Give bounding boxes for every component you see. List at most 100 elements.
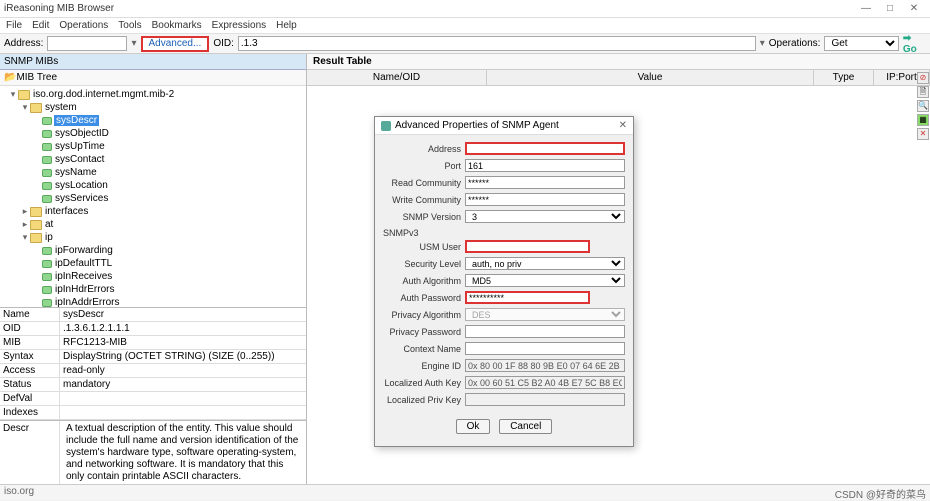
folder-icon	[18, 90, 30, 100]
dlg-privalg-label: Privacy Algorithm	[383, 310, 465, 320]
tree-syscontact[interactable]: sysContact	[0, 153, 306, 166]
mib-tree[interactable]: ▾iso.org.dod.internet.mgmt.mib-2 ▾system…	[0, 86, 306, 307]
window-titlebar: iReasoning MIB Browser — □ ✕	[0, 0, 930, 18]
dlg-lauth-input	[465, 376, 625, 389]
menu-file[interactable]: File	[4, 20, 24, 31]
prop-status-label: Status	[0, 378, 60, 391]
tree-sysdescr[interactable]: sysDescr	[0, 114, 306, 127]
menu-edit[interactable]: Edit	[30, 20, 51, 31]
status-left: iso.org	[4, 486, 34, 499]
dialog-logo-icon	[381, 121, 391, 131]
tree-syslocation[interactable]: sysLocation	[0, 179, 306, 192]
prop-oid-value: .1.3.6.1.2.1.1.1	[60, 322, 306, 335]
address-input[interactable]	[47, 36, 127, 51]
tree-ipinaddrerrors[interactable]: ipInAddrErrors	[0, 296, 306, 307]
window-close-button[interactable]: ✕	[902, 3, 926, 14]
tree-root[interactable]: ▾iso.org.dod.internet.mgmt.mib-2	[0, 88, 306, 101]
prop-status-value: mandatory	[60, 378, 306, 391]
leaf-icon	[42, 117, 52, 125]
address-label: Address:	[4, 38, 43, 49]
mibtree-label: MIB Tree	[16, 72, 57, 83]
dlg-version-label: SNMP Version	[383, 212, 465, 222]
dlg-privpw-input[interactable]	[465, 325, 625, 338]
dlg-usm-input[interactable]	[465, 240, 590, 253]
dlg-seclvl-select[interactable]: auth, no priv	[465, 257, 625, 270]
side-table-icon[interactable]: ▦	[917, 114, 929, 126]
menu-help[interactable]: Help	[274, 20, 299, 31]
dialog-ok-button[interactable]: Ok	[456, 419, 491, 434]
dlg-version-select[interactable]: 3	[465, 210, 625, 223]
side-search-icon[interactable]: 🔍	[917, 100, 929, 112]
dlg-lpriv-label: Localized Priv Key	[383, 395, 465, 405]
leaf-icon	[42, 169, 52, 177]
tree-interfaces[interactable]: ▸interfaces	[0, 205, 306, 218]
menu-bookmarks[interactable]: Bookmarks	[150, 20, 204, 31]
prop-defval-value	[60, 392, 306, 405]
window-max-button[interactable]: □	[878, 3, 902, 14]
prop-syntax-label: Syntax	[0, 350, 60, 363]
tree-ipinhdrerrors[interactable]: ipInHdrErrors	[0, 283, 306, 296]
dlg-authpw-input[interactable]	[465, 291, 590, 304]
col-name[interactable]: Name/OID	[307, 70, 487, 85]
toolbar: Address: ▾ Advanced... OID: ▾ Operations…	[0, 34, 930, 54]
dlg-rcomm-input[interactable]	[465, 176, 625, 189]
tree-ip[interactable]: ▾ip	[0, 231, 306, 244]
side-stop-icon[interactable]: ⊘	[917, 72, 929, 84]
prop-oid-label: OID	[0, 322, 60, 335]
prop-name-label: Name	[0, 308, 60, 321]
dlg-authalg-select[interactable]: MD5	[465, 274, 625, 287]
col-value[interactable]: Value	[487, 70, 814, 85]
window-min-button[interactable]: —	[854, 3, 878, 14]
dlg-privalg-select[interactable]: DES	[465, 308, 625, 321]
prop-mib-label: MIB	[0, 336, 60, 349]
dlg-privpw-label: Privacy Password	[383, 327, 465, 337]
side-delete-icon[interactable]: ✕	[917, 128, 929, 140]
leaf-icon	[42, 299, 52, 307]
dlg-port-input[interactable]	[465, 159, 625, 172]
leaf-icon	[42, 130, 52, 138]
tree-sysservices[interactable]: sysServices	[0, 192, 306, 205]
dialog-cancel-button[interactable]: Cancel	[499, 419, 552, 434]
go-button[interactable]: ➡ Go	[903, 33, 926, 55]
leaf-icon	[42, 143, 52, 151]
dialog-close-button[interactable]: ✕	[619, 120, 627, 131]
dlg-ctx-input[interactable]	[465, 342, 625, 355]
dlg-snmpv3-section: SNMPv3	[383, 226, 625, 239]
dlg-port-label: Port	[383, 161, 465, 171]
tree-ipdefaultttl[interactable]: ipDefaultTTL	[0, 257, 306, 270]
prop-access-value: read-only	[60, 364, 306, 377]
col-type[interactable]: Type	[814, 70, 874, 85]
leaf-icon	[42, 260, 52, 268]
tree-sysname[interactable]: sysName	[0, 166, 306, 179]
statusbar: iso.org CSDN @好奇的菜鸟	[0, 484, 930, 500]
dlg-usm-label: USM User	[383, 242, 465, 252]
side-doc-icon[interactable]: 🗎	[917, 86, 929, 98]
menu-expressions[interactable]: Expressions	[210, 20, 268, 31]
tree-sysuptime[interactable]: sysUpTime	[0, 140, 306, 153]
menu-tools[interactable]: Tools	[116, 20, 143, 31]
tree-system[interactable]: ▾system	[0, 101, 306, 114]
oid-input[interactable]	[238, 36, 756, 51]
operations-select[interactable]: Get	[824, 36, 898, 51]
dlg-wcomm-input[interactable]	[465, 193, 625, 206]
dlg-address-input[interactable]	[465, 142, 625, 155]
tree-ipforwarding[interactable]: ipForwarding	[0, 244, 306, 257]
operations-label: Operations:	[769, 38, 821, 49]
tree-sysobjectid[interactable]: sysObjectID	[0, 127, 306, 140]
prop-access-label: Access	[0, 364, 60, 377]
dialog-titlebar[interactable]: Advanced Properties of SNMP Agent ✕	[375, 117, 633, 135]
dlg-lauth-label: Localized Auth Key	[383, 378, 465, 388]
advanced-button[interactable]: Advanced...	[141, 36, 210, 52]
snmp-mibs-tab[interactable]: SNMP MIBs	[0, 54, 306, 70]
dlg-authalg-label: Auth Algorithm	[383, 276, 465, 286]
menu-operations[interactable]: Operations	[57, 20, 110, 31]
prop-mib-value: RFC1213-MIB	[60, 336, 306, 349]
tree-at[interactable]: ▸at	[0, 218, 306, 231]
dlg-address-label: Address	[383, 144, 465, 154]
dlg-engid-input	[465, 359, 625, 372]
window-title: iReasoning MIB Browser	[4, 3, 854, 14]
prop-indexes-label: Indexes	[0, 406, 60, 419]
leaf-icon	[42, 286, 52, 294]
mibtree-header: 📂 MIB Tree	[0, 70, 306, 86]
tree-ipinreceives[interactable]: ipInReceives	[0, 270, 306, 283]
